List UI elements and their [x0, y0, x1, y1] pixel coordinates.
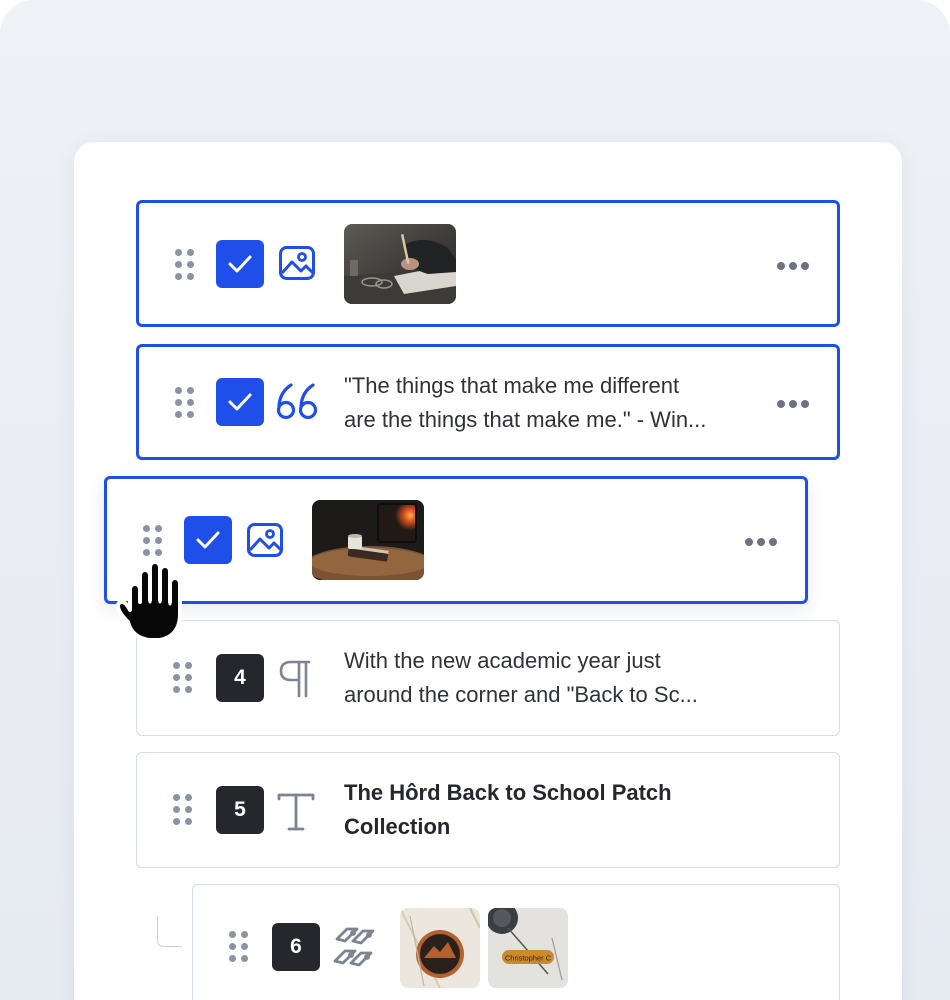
writing-desk-photo — [344, 224, 456, 304]
drag-handle-icon[interactable] — [175, 249, 195, 281]
quote-icon — [276, 383, 318, 420]
more-options-icon[interactable] — [745, 537, 779, 547]
block-row-heading-5[interactable]: 5 The Hôrd Back to School Patch Collecti… — [136, 752, 840, 868]
check-icon — [228, 393, 252, 411]
block-row-product-links-6[interactable]: 6 Christopher C — [192, 884, 840, 1000]
paragraph-text-line-2: around the corner and "Back to Sc... — [344, 682, 698, 707]
heading-text-line-2: Collection — [344, 814, 451, 839]
image-icon — [279, 246, 315, 280]
paragraph-text-line-1: With the new academic year just — [344, 648, 661, 673]
name-tag-patch-photo: Christopher C — [488, 908, 568, 988]
select-checkbox[interactable] — [216, 378, 264, 426]
paragraph-text: With the new academic year just around t… — [344, 644, 698, 712]
quote-text: "The things that make me different are t… — [344, 369, 706, 437]
drag-handle-icon[interactable] — [175, 387, 195, 419]
name-tag-text: Christopher C — [505, 954, 552, 963]
heading-text-line-1: The Hôrd Back to School Patch — [344, 780, 672, 805]
check-icon — [228, 255, 252, 273]
leather-patch-photo — [400, 908, 480, 988]
link-tags-icon — [333, 927, 375, 967]
block-number-badge: 6 — [272, 923, 320, 971]
fireplace-book-photo — [312, 500, 424, 580]
drag-handle-icon[interactable] — [173, 794, 193, 826]
more-options-icon[interactable] — [777, 261, 811, 271]
block-row-paragraph-4[interactable]: 4 With the new academic year just around… — [136, 620, 840, 736]
grab-hand-icon — [116, 560, 182, 642]
nesting-connector — [157, 916, 182, 947]
more-options-icon[interactable] — [777, 399, 811, 409]
drag-handle-icon[interactable] — [229, 931, 249, 963]
paragraph-icon — [279, 660, 311, 698]
image-icon — [247, 523, 283, 557]
quote-text-line-2: are the things that make me." - Win... — [344, 407, 707, 432]
select-checkbox[interactable] — [216, 240, 264, 288]
quote-text-line-1: "The things that make me different — [344, 373, 680, 398]
block-number-badge: 5 — [216, 786, 264, 834]
canvas-background: "The things that make me different are t… — [0, 0, 950, 1000]
text-icon — [277, 793, 315, 831]
block-row-quote-2[interactable]: "The things that make me different are t… — [136, 344, 840, 460]
block-number-badge: 4 — [216, 654, 264, 702]
heading-text: The Hôrd Back to School Patch Collection — [344, 776, 672, 844]
drag-handle-icon[interactable] — [173, 662, 193, 694]
block-row-image-1[interactable] — [136, 200, 840, 327]
block-row-image-3-dragging[interactable] — [104, 476, 808, 604]
